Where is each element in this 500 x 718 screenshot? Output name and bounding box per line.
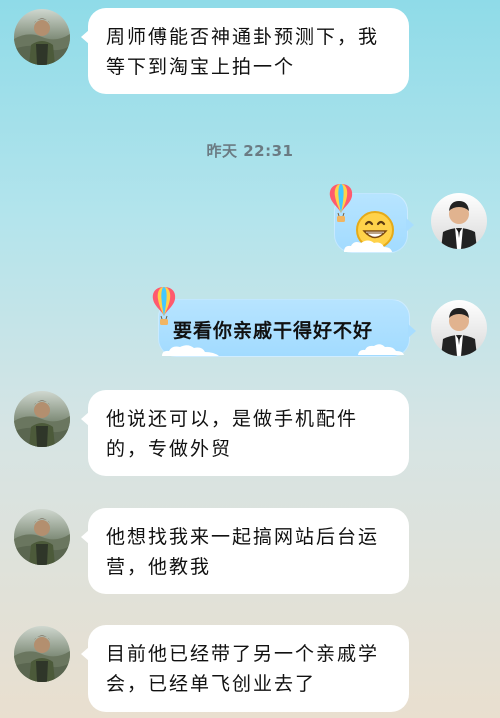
hot-air-balloon-icon bbox=[328, 183, 354, 223]
contact-avatar[interactable] bbox=[14, 9, 70, 65]
message-timestamp: 昨天 22:31 bbox=[206, 142, 294, 160]
message-text: 周师傅能否神通卦预测下，我等下到淘宝上拍一个 bbox=[106, 26, 380, 78]
message-text: 他说还可以，是做手机配件的，专做外贸 bbox=[106, 408, 359, 460]
cloud-icon bbox=[344, 240, 392, 252]
person-avatar-icon bbox=[14, 626, 70, 682]
contact-avatar[interactable] bbox=[14, 391, 70, 447]
message-left-3: 他想找我来一起搞网站后台运营，他教我 bbox=[0, 508, 500, 604]
message-right-1 bbox=[0, 183, 500, 273]
cloud-icon bbox=[358, 344, 404, 355]
message-text: 他想找我来一起搞网站后台运营，他教我 bbox=[106, 526, 380, 578]
chat-bubble[interactable]: 目前他已经带了另一个亲戚学会，已经单飞创业去了 bbox=[81, 625, 409, 712]
hot-air-balloon-icon bbox=[151, 286, 177, 326]
cloud-icon bbox=[162, 345, 219, 356]
message-text: 目前他已经带了另一个亲戚学会，已经单飞创业去了 bbox=[106, 643, 380, 695]
message-right-2: 要看你亲戚干得好不好 bbox=[0, 286, 500, 372]
chat-bubble[interactable]: 要看你亲戚干得好不好 bbox=[158, 299, 416, 357]
suit-man-avatar-icon bbox=[431, 300, 487, 356]
user-avatar[interactable] bbox=[431, 300, 487, 356]
message-left-2: 他说还可以，是做手机配件的，专做外贸 bbox=[0, 388, 500, 484]
chat-bubble[interactable]: 周师傅能否神通卦预测下，我等下到淘宝上拍一个 bbox=[81, 8, 409, 94]
user-avatar[interactable] bbox=[431, 193, 487, 249]
person-avatar-icon bbox=[14, 391, 70, 447]
message-left-4: 目前他已经带了另一个亲戚学会，已经单飞创业去了 bbox=[0, 625, 500, 718]
person-avatar-icon bbox=[14, 9, 70, 65]
suit-man-avatar-icon bbox=[431, 193, 487, 249]
contact-avatar[interactable] bbox=[14, 626, 70, 682]
message-text: 要看你亲戚干得好不好 bbox=[173, 320, 374, 342]
contact-avatar[interactable] bbox=[14, 509, 70, 565]
person-avatar-icon bbox=[14, 509, 70, 565]
chat-bubble[interactable]: 他说还可以，是做手机配件的，专做外贸 bbox=[81, 390, 409, 476]
chat-bubble[interactable]: 他想找我来一起搞网站后台运营，他教我 bbox=[81, 508, 409, 594]
message-left-1: 周师傅能否神通卦预测下，我等下到淘宝上拍一个 bbox=[0, 0, 500, 102]
